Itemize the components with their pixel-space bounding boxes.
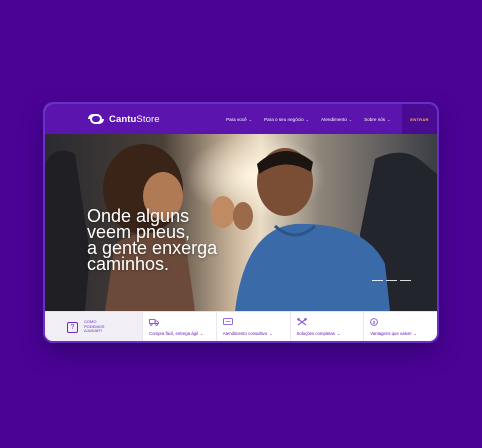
headline-line: caminhos. bbox=[87, 254, 170, 274]
carousel-indicators bbox=[372, 280, 411, 282]
feature-support[interactable]: Atendimento consultivo ⌄ bbox=[215, 312, 290, 341]
nav-item-label: Para você bbox=[226, 116, 247, 122]
dollar-icon: $ bbox=[370, 318, 379, 326]
feature-label: Soluções completas bbox=[296, 331, 335, 336]
carousel-dot[interactable] bbox=[400, 280, 411, 282]
features-bar: ? COMO PODEMOS AJUDAR? Compra fácil, ent… bbox=[45, 311, 437, 341]
carousel-dot[interactable] bbox=[386, 280, 397, 282]
feature-label: Compra fácil, entrega ágil bbox=[149, 331, 198, 336]
feature-delivery[interactable]: Compra fácil, entrega ágil ⌄ bbox=[142, 312, 216, 341]
truck-icon bbox=[149, 319, 159, 326]
top-navbar: CantuStore Para você ⌄ Para o seu negóci… bbox=[45, 104, 437, 134]
main-nav: Para você ⌄ Para o seu negócio ⌄ Atendim… bbox=[226, 104, 402, 134]
chevron-down-icon: ⌄ bbox=[199, 331, 204, 336]
feature-solutions[interactable]: Soluções completas ⌄ bbox=[289, 312, 364, 341]
nav-item-sobre-nos[interactable]: Sobre nós ⌄ bbox=[364, 117, 390, 122]
feature-label: Vantagens que valem bbox=[370, 331, 412, 336]
feature-advantages[interactable]: $ Vantagens que valem ⌄ bbox=[363, 312, 437, 341]
chevron-down-icon: ⌄ bbox=[269, 331, 273, 336]
browser-frame: CantuStore Para você ⌄ Para o seu negóci… bbox=[45, 104, 437, 341]
nav-item-label: Atendimento bbox=[321, 116, 347, 122]
tools-icon bbox=[296, 318, 307, 326]
nav-item-para-voce[interactable]: Para você ⌄ bbox=[226, 117, 252, 122]
chevron-down-icon: ⌄ bbox=[336, 331, 341, 336]
chevron-down-icon: ⌄ bbox=[305, 116, 309, 122]
question-icon: ? bbox=[67, 321, 78, 333]
help-box[interactable]: ? COMO PODEMOS AJUDAR? bbox=[45, 312, 142, 341]
nav-item-para-negocio[interactable]: Para o seu negócio ⌄ bbox=[264, 117, 309, 122]
chevron-down-icon: ⌄ bbox=[248, 116, 253, 122]
feature-label: Atendimento consultivo bbox=[222, 331, 268, 336]
logo-text-bold: Cantu bbox=[109, 113, 137, 125]
help-label: COMO PODEMOS AJUDAR? bbox=[84, 319, 105, 334]
hero-headline: Onde alguns veem pneus, a gente enxerga … bbox=[87, 207, 217, 274]
logo-text-light: Store bbox=[136, 113, 160, 125]
chevron-down-icon: ⌄ bbox=[413, 331, 417, 336]
nav-item-atendimento[interactable]: Atendimento ⌄ bbox=[321, 117, 352, 122]
nav-item-label: Para o seu negócio bbox=[264, 116, 304, 122]
login-button[interactable]: ENTRAR bbox=[402, 104, 437, 134]
svg-text:$: $ bbox=[373, 320, 376, 326]
chevron-down-icon: ⌄ bbox=[387, 116, 391, 122]
carousel-dot[interactable] bbox=[372, 280, 383, 282]
logo-mark-icon bbox=[88, 114, 104, 124]
chat-icon bbox=[222, 318, 233, 325]
hero-banner: Onde alguns veem pneus, a gente enxerga … bbox=[45, 134, 437, 311]
nav-item-label: Sobre nós bbox=[364, 116, 386, 122]
chevron-down-icon: ⌄ bbox=[348, 116, 353, 122]
cantustore-logo[interactable]: CantuStore bbox=[87, 113, 160, 125]
